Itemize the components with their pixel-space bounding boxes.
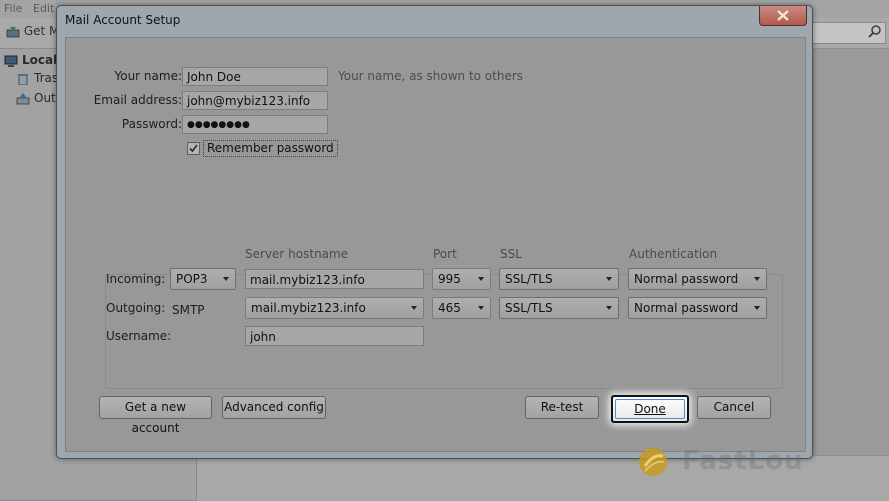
name-field[interactable]: John Doe <box>182 67 328 86</box>
watermark-logo-icon <box>639 448 667 476</box>
chevron-down-icon <box>754 306 760 310</box>
get-mail-button[interactable]: Get M <box>6 24 59 38</box>
incoming-ssl-select[interactable]: SSL/TLS <box>499 268 619 290</box>
incoming-auth-value: Normal password <box>634 272 739 286</box>
outbox-icon <box>16 92 30 104</box>
folder-outbox-label: Out <box>34 91 56 105</box>
checkmark-icon <box>189 144 198 153</box>
outgoing-port-combo[interactable]: 465 <box>432 297 491 319</box>
password-label: Password: <box>121 117 182 131</box>
chevron-down-icon <box>606 306 612 310</box>
chevron-down-icon <box>223 277 229 281</box>
name-label: Your name: <box>114 69 182 83</box>
folder-outbox[interactable]: Out <box>16 91 56 105</box>
outgoing-protocol-label: SMTP <box>172 303 205 317</box>
cancel-label: Cancel <box>713 400 755 414</box>
outgoing-ssl-select[interactable]: SSL/TLS <box>499 297 619 319</box>
outgoing-server-combo[interactable]: mail.mybiz123.info <box>245 297 424 319</box>
port-header: Port <box>433 247 457 261</box>
done-button[interactable]: Done <box>611 395 689 423</box>
outgoing-server-value: mail.mybiz123.info <box>251 301 366 315</box>
get-new-account-label: Get a new account <box>124 400 187 435</box>
outgoing-label: Outgoing: <box>106 301 166 315</box>
cancel-button[interactable]: Cancel <box>697 396 771 419</box>
chevron-down-icon <box>478 277 484 281</box>
outgoing-auth-select[interactable]: Normal password <box>628 297 767 319</box>
outgoing-ssl-value: SSL/TLS <box>505 301 553 315</box>
username-field[interactable]: john <box>245 326 424 346</box>
authentication-header: Authentication <box>629 247 718 261</box>
server-settings-group <box>105 274 783 389</box>
email-field[interactable]: john@mybiz123.info <box>182 91 328 110</box>
search-icon <box>868 25 881 38</box>
close-icon <box>777 10 789 21</box>
watermark-text: FastLou <box>682 446 804 476</box>
folder-trash-label: Tras <box>34 71 59 85</box>
incoming-protocol-select[interactable]: POP3 <box>170 268 236 290</box>
incoming-port-combo[interactable]: 995 <box>432 268 491 290</box>
folder-local-label: Local <box>22 53 58 67</box>
chevron-down-icon <box>754 277 760 281</box>
retest-button[interactable]: Re-test <box>525 396 599 419</box>
chevron-down-icon <box>411 306 417 310</box>
ssl-header: SSL <box>500 247 522 261</box>
outgoing-auth-value: Normal password <box>634 301 739 315</box>
menu-edit[interactable]: Edit <box>33 2 54 15</box>
close-button[interactable] <box>759 6 807 26</box>
remember-password-checkbox[interactable] <box>187 142 200 155</box>
get-new-account-button[interactable]: Get a new account <box>99 396 212 435</box>
remember-password-label[interactable]: Remember password <box>203 140 338 157</box>
mail-account-setup-dialog: Mail Account Setup Your name: John Doe Y… <box>56 5 813 459</box>
outgoing-port-value: 465 <box>438 301 461 315</box>
dialog-title: Mail Account Setup <box>65 13 181 27</box>
menu-file[interactable]: File <box>4 2 22 15</box>
username-label: Username: <box>106 329 172 343</box>
computer-icon <box>4 55 18 67</box>
advanced-config-button[interactable]: Advanced config <box>222 396 326 419</box>
get-mail-icon <box>6 26 20 37</box>
trash-icon <box>18 73 28 85</box>
done-label: Done <box>634 402 666 416</box>
password-field[interactable]: ●●●●●●●● <box>182 115 328 134</box>
incoming-port-value: 995 <box>438 272 461 286</box>
incoming-server-field[interactable]: mail.mybiz123.info <box>245 269 424 289</box>
advanced-config-label: Advanced config <box>224 400 324 414</box>
server-hostname-header: Server hostname <box>245 247 349 261</box>
dialog-content: Your name: John Doe Your name, as shown … <box>65 37 806 452</box>
chevron-down-icon <box>478 306 484 310</box>
incoming-protocol-value: POP3 <box>176 272 208 286</box>
email-label: Email address: <box>93 93 182 107</box>
incoming-label: Incoming: <box>106 272 166 286</box>
retest-label: Re-test <box>540 400 584 414</box>
name-hint: Your name, as shown to others <box>338 69 524 83</box>
incoming-ssl-value: SSL/TLS <box>505 272 553 286</box>
chevron-down-icon <box>606 277 612 281</box>
incoming-auth-select[interactable]: Normal password <box>628 268 767 290</box>
folder-local[interactable]: Local <box>4 53 57 67</box>
folder-trash[interactable]: Tras <box>16 71 58 85</box>
get-mail-label: Get M <box>23 24 60 38</box>
